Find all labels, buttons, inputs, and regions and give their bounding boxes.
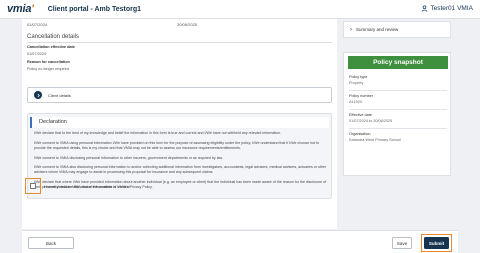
back-button[interactable]: Back xyxy=(28,237,74,249)
save-button[interactable]: Save xyxy=(392,237,412,249)
policy-number-value: A11920 xyxy=(349,100,362,104)
declaration-title: Declaration xyxy=(39,119,67,125)
logo-mark: ' xyxy=(31,3,34,15)
cancellation-date-label: Cancellation effective date xyxy=(27,45,75,49)
policy-period-row: 01/07/2024 30/06/2025 xyxy=(27,22,332,30)
period-start: 01/07/2024 xyxy=(27,22,48,27)
user-menu[interactable]: Tester01 VMIA xyxy=(421,5,473,12)
effective-date-value: 01/07/2024 to 30/06/2025 xyxy=(349,119,393,123)
logo-text: vmia xyxy=(7,3,32,15)
organisation-label: Organisation xyxy=(349,132,371,136)
declaration-paragraph: I/We declare that to the best of my know… xyxy=(34,131,282,135)
cancellation-reason-label: Reason for cancellation xyxy=(27,60,70,64)
declaration-paragraph: I/We consent to VMIA also disclosing per… xyxy=(34,165,327,174)
policy-type-value: Property xyxy=(349,81,364,85)
snapshot-divider xyxy=(349,109,447,110)
effective-date-label: Effective date xyxy=(349,113,372,117)
submit-button[interactable]: Submit xyxy=(424,237,449,249)
declaration-checkbox[interactable] xyxy=(30,183,36,189)
cancellation-section-title: Cancellation details xyxy=(27,34,80,40)
vmia-logo[interactable]: vmia' xyxy=(7,3,34,15)
app-header: vmia' Client portal - Amb Testorg1 Teste… xyxy=(0,0,480,19)
client-details-label: Client details xyxy=(48,92,71,98)
chevron-right-icon: › xyxy=(350,26,352,33)
declaration-header: Declaration xyxy=(30,117,329,128)
user-name: Tester01 VMIA xyxy=(430,5,473,12)
chevron-right-icon xyxy=(34,91,42,99)
action-footer: Back Save Submit xyxy=(22,230,458,253)
portal-title: Client portal - Amb Testorg1 xyxy=(47,5,142,13)
period-end: 30/06/2025 xyxy=(177,22,198,27)
client-details-expander[interactable]: Client details xyxy=(27,87,332,103)
section-divider xyxy=(27,42,332,43)
policy-type-label: Policy type xyxy=(349,75,368,79)
policy-snapshot-title: Policy snapshot xyxy=(348,56,448,69)
main-content: 01/07/2024 30/06/2025 Cancellation detai… xyxy=(22,19,337,229)
cancellation-date-value: 01/07/2024 xyxy=(27,52,47,56)
policy-snapshot-card: Policy snapshot Policy type Property Pol… xyxy=(343,52,451,176)
cancellation-reason-value: Policy no longer required xyxy=(27,67,70,71)
declaration-paragraph: I/We consent to VMIA using personal info… xyxy=(34,141,320,150)
organisation-value: Katandra West Primary School xyxy=(349,138,401,142)
declaration-checkbox-label[interactable]: I hereby declare the above information i… xyxy=(44,184,130,189)
declaration-paragraph: I/We consent to VMIA disclosing personal… xyxy=(34,156,223,160)
summary-label: Summary and review xyxy=(356,27,399,32)
snapshot-divider xyxy=(349,90,447,91)
snapshot-divider xyxy=(349,128,447,129)
user-icon xyxy=(422,5,428,12)
policy-number-label: Policy number xyxy=(349,94,374,98)
summary-and-review-link[interactable]: › Summary and review xyxy=(343,21,451,38)
